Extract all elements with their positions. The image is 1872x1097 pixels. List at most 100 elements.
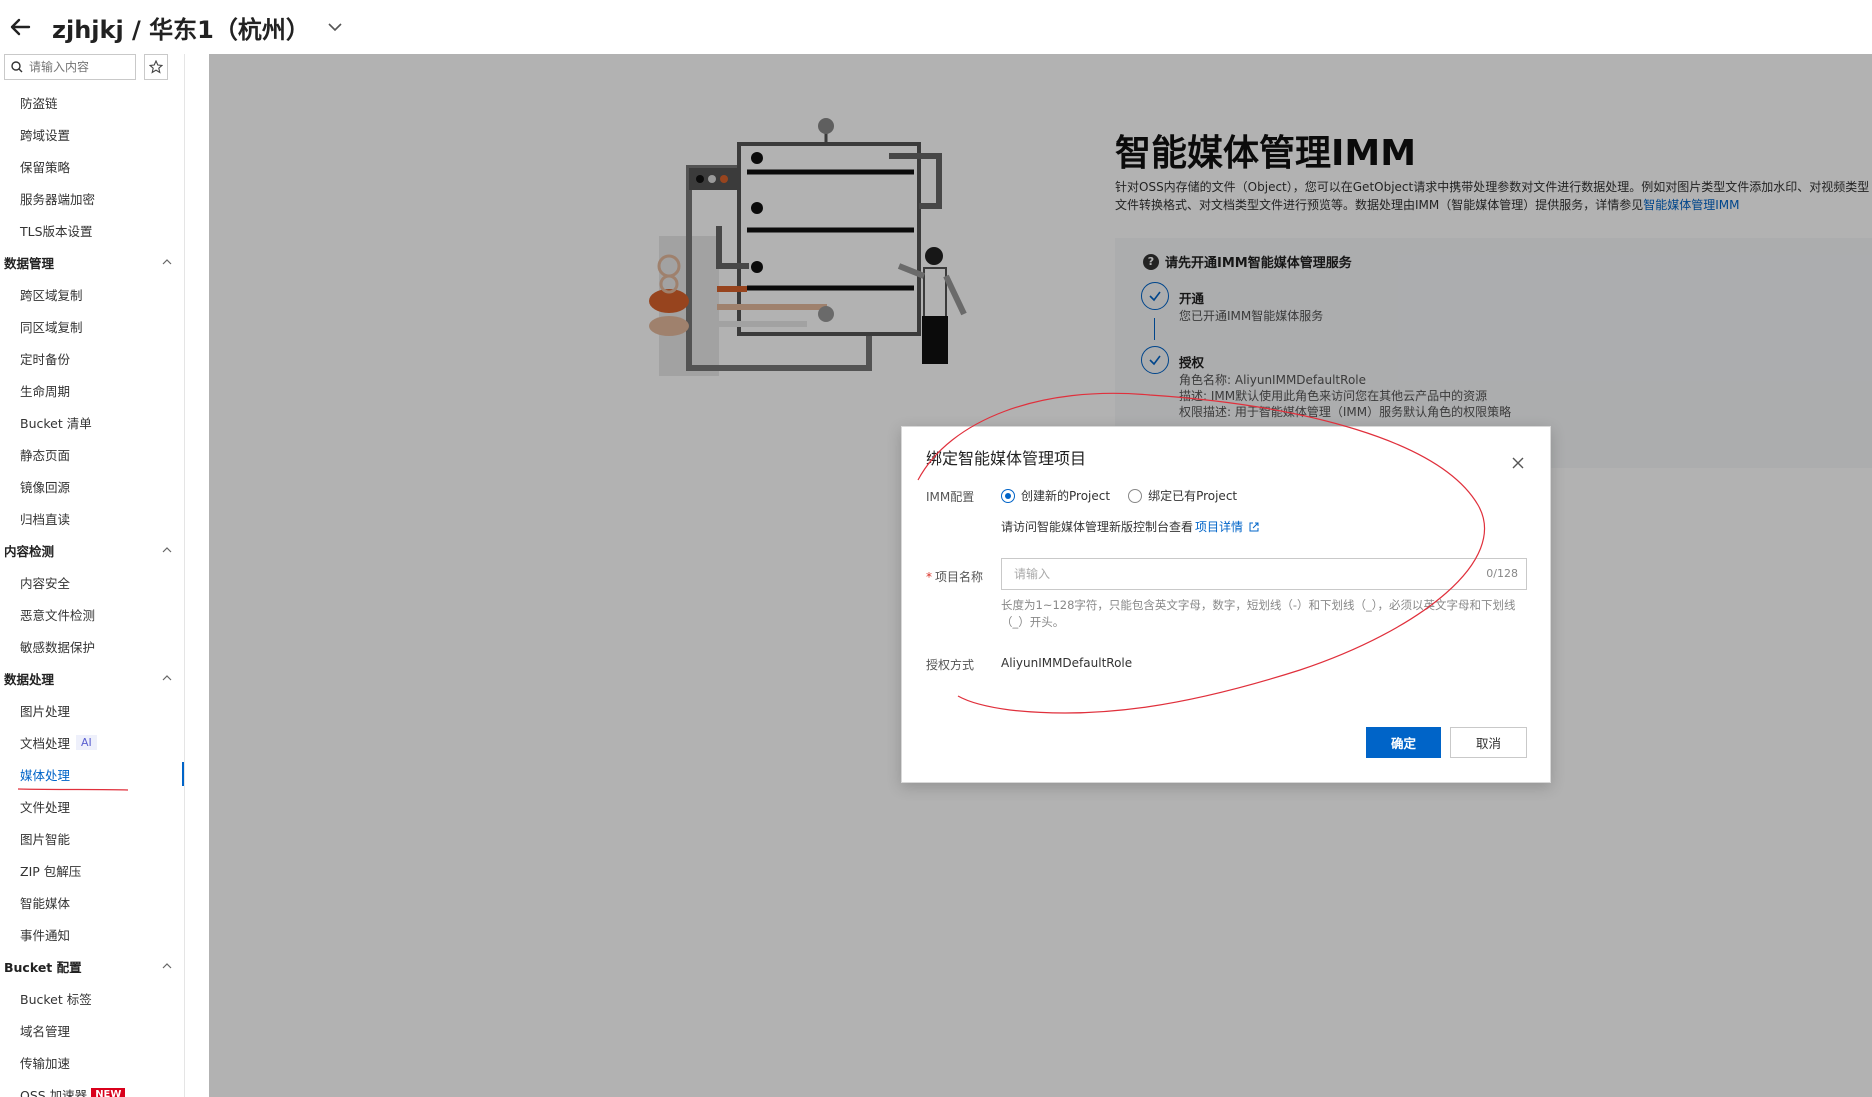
sidebar-item[interactable]: OSS 加速器 NEW	[0, 1078, 184, 1097]
auth-method-value: AliyunIMMDefaultRole	[1001, 656, 1133, 670]
project-hint-text: 请访问智能媒体管理新版控制台查看	[1001, 520, 1194, 534]
favorite-button[interactable]	[144, 54, 168, 80]
sidebar-item-label: 事件通知	[20, 927, 71, 943]
project-details-link[interactable]: 项目详情	[1195, 518, 1243, 535]
external-link-icon[interactable]	[1249, 522, 1259, 532]
sidebar-item[interactable]: 归档直读	[0, 502, 184, 534]
sidebar-item-label: 服务器端加密	[20, 191, 96, 207]
required-mark: *	[926, 570, 932, 584]
project-name-label-text: 项目名称	[935, 570, 984, 584]
sidebar: 防盗链跨域设置保留策略服务器端加密 TLS版本设置数据管理跨区域复制同区域复制定时…	[0, 54, 185, 1097]
sidebar-menu: 防盗链跨域设置保留策略服务器端加密 TLS版本设置数据管理跨区域复制同区域复制定时…	[0, 86, 184, 1097]
sidebar-item-label: 内容安全	[20, 575, 71, 591]
imm-config-radio-group: 创建新的Project 绑定已有Project	[1001, 487, 1255, 504]
radio-create-new-project[interactable]: 创建新的Project	[1001, 487, 1110, 504]
sidebar-group-label: 数据管理	[4, 255, 55, 271]
sidebar-item-label: TLS版本设置	[20, 223, 93, 239]
sidebar-item-label: 图片智能	[20, 831, 71, 847]
sidebar-item-label: 图片处理	[20, 703, 71, 719]
sidebar-item[interactable]: Bucket 清单	[0, 406, 184, 438]
sidebar-item-label: 跨区域复制	[20, 287, 83, 303]
sidebar-item[interactable]: ZIP 包解压	[0, 854, 184, 886]
chevron-up-icon[interactable]	[162, 961, 172, 971]
cancel-button[interactable]: 取消	[1450, 727, 1527, 758]
sidebar-item[interactable]: 事件通知	[0, 918, 184, 950]
sidebar-group-label: 数据处理	[4, 671, 55, 687]
sidebar-group-header[interactable]: 内容检测	[0, 534, 184, 566]
sidebar-item-label: 域名管理	[20, 1023, 71, 1039]
radio-bind-existing-project[interactable]: 绑定已有Project	[1128, 487, 1237, 504]
sidebar-item-label: 归档直读	[20, 511, 71, 527]
sidebar-item[interactable]: 同区域复制	[0, 310, 184, 342]
sidebar-item[interactable]: 域名管理	[0, 1014, 184, 1046]
sidebar-item-label: 保留策略	[20, 159, 71, 175]
top-header: zjhjkj / 华东1（杭州）	[0, 0, 1872, 54]
sidebar-item-label: 防盗链	[20, 95, 58, 111]
sidebar-group-label: Bucket 配置	[4, 959, 82, 975]
sidebar-item[interactable]: 媒体处理	[0, 758, 184, 790]
sidebar-item[interactable]: 服务器端加密	[0, 182, 184, 214]
sidebar-item[interactable]: 跨区域复制	[0, 278, 184, 310]
sidebar-item-label: 文件处理	[20, 799, 71, 815]
sidebar-item[interactable]: 智能媒体	[0, 886, 184, 918]
project-name-help: 长度为1~128字符，只能包含英文字母，数字，短划线（-）和下划线（_），必须以…	[1001, 598, 1516, 629]
radio-create-new-label: 创建新的Project	[1021, 489, 1111, 503]
char-counter: 0/128	[1486, 567, 1518, 580]
chevron-up-icon[interactable]	[162, 545, 172, 555]
sidebar-item[interactable]: 静态页面	[0, 438, 184, 470]
sidebar-item[interactable]: 敏感数据保护	[0, 630, 184, 662]
back-arrow-icon[interactable]	[8, 15, 32, 39]
sidebar-search-box[interactable]	[4, 54, 136, 80]
sidebar-item[interactable]: 内容安全	[0, 566, 184, 598]
sidebar-item-label: 智能媒体	[20, 895, 71, 911]
sidebar-item-label: OSS 加速器	[20, 1087, 88, 1097]
radio-checked-icon[interactable]	[1001, 488, 1015, 503]
chevron-up-icon[interactable]	[162, 257, 172, 267]
project-hint: 请访问智能媒体管理新版控制台查看 项目详情	[1001, 518, 1259, 535]
sidebar-group-header[interactable]: Bucket 配置	[0, 950, 184, 982]
sidebar-item-label: 定时备份	[20, 351, 71, 367]
bucket-region-title: zjhjkj / 华东1（杭州）	[52, 15, 310, 44]
sidebar-item[interactable]: Bucket 标签	[0, 982, 184, 1014]
sidebar-item-label: 文档处理	[20, 735, 71, 751]
sidebar-item-label: 同区域复制	[20, 319, 83, 335]
project-name-field[interactable]: 0/128	[1001, 558, 1527, 590]
sidebar-item[interactable]: 定时备份	[0, 342, 184, 374]
sidebar-item-label: 敏感数据保护	[20, 639, 96, 655]
radio-bind-existing-label: 绑定已有Project	[1148, 489, 1238, 503]
confirm-button[interactable]: 确定	[1366, 727, 1441, 758]
dialog-title: 绑定智能媒体管理项目	[926, 449, 1087, 468]
radio-unchecked-icon[interactable]	[1128, 488, 1143, 503]
sidebar-group-header[interactable]: 数据处理	[0, 662, 184, 694]
sidebar-item-label: Bucket 清单	[20, 415, 92, 431]
sidebar-item-label: 媒体处理	[20, 767, 71, 783]
sidebar-item[interactable]: 防盗链	[0, 86, 184, 118]
sidebar-item[interactable]: 生命周期	[0, 374, 184, 406]
sidebar-item[interactable]: 传输加速	[0, 1046, 184, 1078]
sidebar-item-label: 跨域设置	[20, 127, 71, 143]
sidebar-item[interactable]: 跨域设置	[0, 118, 184, 150]
project-name-input[interactable]	[1002, 559, 1462, 589]
sidebar-search-input[interactable]	[29, 57, 129, 77]
sidebar-item-label: 恶意文件检测	[20, 607, 96, 623]
sidebar-item[interactable]: 图片处理	[0, 694, 184, 726]
sidebar-item[interactable]: 恶意文件检测	[0, 598, 184, 630]
sidebar-item[interactable]: 文档处理 AI	[0, 726, 184, 758]
sidebar-item-label: 镜像回源	[20, 479, 71, 495]
close-icon[interactable]	[1510, 455, 1526, 471]
sidebar-item[interactable]: 文件处理	[0, 790, 184, 822]
ai-badge: AI	[76, 734, 97, 750]
chevron-down-icon[interactable]	[326, 18, 344, 36]
sidebar-item[interactable]: 图片智能	[0, 822, 184, 854]
sidebar-group-header[interactable]: 数据管理	[0, 246, 184, 278]
imm-config-label: IMM配置	[926, 490, 975, 504]
new-badge: NEW	[91, 1087, 126, 1097]
chevron-up-icon[interactable]	[162, 673, 172, 683]
bind-imm-project-dialog: 绑定智能媒体管理项目 IMM配置 创建新的Project 绑定已有Project…	[901, 426, 1551, 783]
star-icon	[149, 60, 163, 74]
sidebar-item[interactable]: TLS版本设置	[0, 214, 184, 246]
sidebar-item-label: 静态页面	[20, 447, 71, 463]
sidebar-item[interactable]: 镜像回源	[0, 470, 184, 502]
search-icon	[11, 61, 23, 73]
sidebar-item[interactable]: 保留策略	[0, 150, 184, 182]
